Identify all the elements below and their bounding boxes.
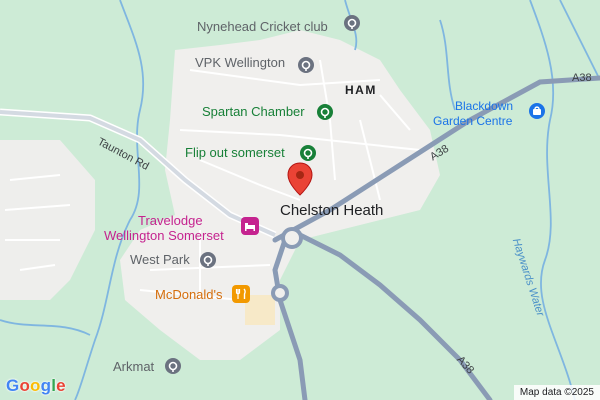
pin-circle-icon[interactable] [198,250,218,270]
google-logo: Google [6,376,66,396]
pin-circle-icon[interactable] [342,13,362,33]
google-logo-text: Google [6,376,66,395]
poi-label-nynehead-cricket[interactable]: Nynehead Cricket club [197,20,328,33]
area-label-ham: HAM [345,83,377,97]
poi-label-blackdown-line2[interactable]: Garden Centre [433,114,512,128]
red-location-marker-icon[interactable] [287,162,313,196]
pin-circle-icon[interactable] [296,55,316,75]
leisure-pin-icon[interactable] [298,143,318,163]
map-data-credit[interactable]: Map data ©2025 [513,385,600,400]
poi-label-flip-out[interactable]: Flip out somerset [185,146,285,159]
place-label-chelston-heath[interactable]: Chelston Heath [280,203,383,218]
shopping-bag-icon[interactable] [527,101,547,121]
poi-label-spartan-chamber[interactable]: Spartan Chamber [202,105,305,118]
road-label-a38-top: A38 [572,72,592,84]
poi-label-travelodge-line1[interactable]: Travelodge [138,213,203,229]
poi-label-west-park[interactable]: West Park [130,253,190,266]
map-canvas[interactable]: Taunton Rd A38 A38 A38 Haywards Water HA… [0,0,600,400]
poi-label-blackdown-line1[interactable]: Blackdown [455,99,513,113]
poi-label-mcdonalds[interactable]: McDonald's [155,288,223,301]
poi-label-arkmat[interactable]: Arkmat [113,360,154,373]
poi-label-vpk-wellington[interactable]: VPK Wellington [195,56,285,69]
pin-circle-icon[interactable] [163,356,183,376]
poi-label-travelodge-line2[interactable]: Wellington Somerset [104,228,224,244]
bed-icon[interactable] [240,216,260,236]
leisure-pin-icon[interactable] [315,102,335,122]
fork-knife-icon[interactable] [231,284,251,304]
